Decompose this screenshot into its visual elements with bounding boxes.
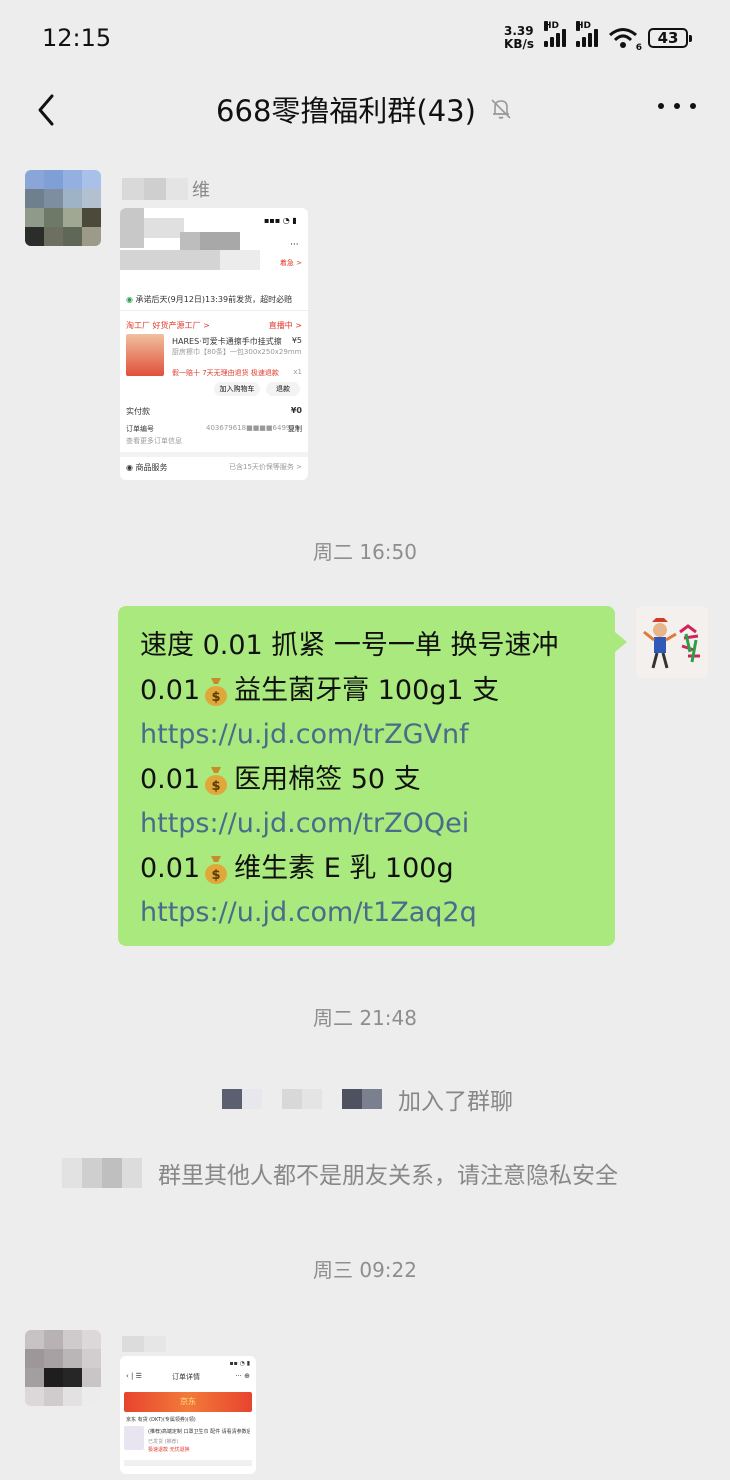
timestamp: 周三 09:22	[313, 1258, 417, 1282]
wifi-icon: 6	[608, 27, 642, 53]
sc2-status: ▪▪ ◔ ▮	[229, 1360, 250, 1367]
more-dot	[690, 103, 696, 109]
money-bag-icon: $	[205, 766, 228, 795]
sc-product-title: HARES·可爱卡通擦手巾挂式擦 ¥5	[172, 336, 302, 346]
join-notice-text: 加入了群聊	[398, 1089, 513, 1115]
sender-name	[122, 1336, 166, 1352]
sender-name: 维	[122, 176, 210, 202]
sc2-header: ‹ | ☰ 订单详情 ··· ⊕	[126, 1372, 250, 1380]
privacy-notice: 群里其他人都不是朋友关系，请注意隐私安全	[62, 1156, 618, 1190]
sc2-row: 极速退款 无忧退换	[148, 1447, 190, 1453]
image-message-order[interactable]: ▪▪▪ ◔ ▮ ··· 着急 > ◉ 承诺后天(9月12日)13:39前发货，超…	[120, 208, 308, 480]
message-link[interactable]: https://u.jd.com/trZOQei	[140, 802, 593, 847]
sc2-row: (推荐)高端定制 口罩卫生巾 配件 请看清参数后下单购买	[148, 1429, 250, 1435]
sc-more-info: 查看更多订单信息	[126, 437, 182, 445]
hd-label: HD	[544, 21, 560, 31]
sc-order-id: 订单编号 403679618■■■■649929 复制	[126, 424, 302, 433]
timestamp: 周二 16:50	[313, 540, 417, 564]
battery-icon: 43	[648, 28, 692, 48]
sc-cart-button: 加入购物车	[214, 382, 260, 396]
status-bar: 12:15 3.39 KB/s HD HD 6 43	[0, 0, 730, 76]
chat-title: 668零撸福利群(43)	[216, 94, 476, 128]
pixelated-name	[62, 1158, 82, 1188]
pixelated-region: ▪▪▪ ◔ ▮ ··· 着急 >	[120, 208, 308, 274]
sc-delivery: ◉ 承诺后天(9月12日)13:39前发货，超时必赔	[126, 295, 293, 304]
pixelated-name	[222, 1089, 242, 1109]
message-line: 0.01 $ 维生素 E 乳 100g	[140, 852, 454, 884]
join-notice: 加入了群聊	[222, 1084, 513, 1115]
sc2-row: 已发货 (推荐)	[148, 1439, 179, 1445]
more-button[interactable]	[658, 96, 696, 116]
money-bag-icon: $	[205, 677, 228, 706]
status-time: 12:15	[42, 24, 112, 52]
sc2-product-image	[124, 1426, 144, 1450]
message-line: 0.01 $ 医用棉签 50 支	[140, 763, 421, 795]
sc-product-image	[126, 334, 164, 376]
signal-icon-2: HD	[576, 21, 598, 47]
privacy-notice-text: 群里其他人都不是朋友关系，请注意隐私安全	[158, 1163, 618, 1189]
image-message-order-2[interactable]: ▪▪ ◔ ▮ ‹ | ☰ 订单详情 ··· ⊕ 京东 京东 有货 (DKT)(专…	[120, 1356, 256, 1474]
sc-product-spec: 厨房擦巾【80条】一包300x250x29mm	[172, 348, 302, 356]
message-line: 速度 0.01 抓紧 一号一单 换号速冲	[140, 630, 559, 661]
timestamp: 周二 21:48	[313, 1006, 417, 1030]
more-dot	[658, 103, 664, 109]
hd-label-2: HD	[576, 21, 592, 31]
svg-text:$: $	[212, 690, 221, 705]
sender-name-text: 维	[192, 180, 210, 201]
message-link[interactable]: https://u.jd.com/trZGVnf	[140, 713, 593, 758]
sc-service: ◉ 商品服务 已含15天价保等服务 >	[126, 463, 302, 472]
avatar[interactable]	[25, 170, 101, 246]
sc-promo: 假一赔十 7天无理由退货 极速退款 x1	[172, 368, 302, 377]
svg-text:$: $	[212, 779, 221, 794]
message-link[interactable]: https://u.jd.com/t1Zaq2q	[140, 891, 593, 936]
text-message-bubble[interactable]: 速度 0.01 抓紧 一号一单 换号速冲 0.01 $ 益生菌牙膏 100g1 …	[118, 606, 627, 946]
svg-text:$: $	[212, 868, 221, 883]
chat-header: 668零撸福利群(43)	[0, 76, 730, 142]
wifi-badge: 6	[635, 43, 642, 53]
battery-level: 43	[657, 29, 679, 47]
chevron-left-icon	[38, 94, 54, 126]
self-avatar[interactable]	[636, 606, 708, 678]
signal-icon: HD	[544, 21, 566, 47]
sc2-banner: 京东	[124, 1392, 252, 1412]
network-speed: 3.39 KB/s	[504, 25, 534, 51]
back-button[interactable]	[32, 90, 62, 130]
chat-title-group: 668零撸福利群(43)	[216, 88, 514, 130]
speed-unit: KB/s	[504, 37, 534, 51]
doodle-avatar-image	[643, 618, 700, 669]
message-line: 0.01 $ 益生菌牙膏 100g1 支	[140, 674, 500, 706]
bell-off-icon	[491, 99, 511, 119]
avatar[interactable]	[25, 1330, 101, 1406]
sc-paid: 实付款 ¥0	[126, 406, 302, 416]
sc-refund-button: 退款	[266, 382, 300, 396]
sc-store: 淘工厂 好货产源工厂 > 直播中 >	[126, 321, 302, 330]
money-bag-icon: $	[205, 855, 228, 884]
sc-top-link: 着急 >	[279, 259, 302, 267]
sc2-row: 京东 有货 (DKT)(专属领券)(领)	[126, 1417, 196, 1423]
more-dot	[674, 103, 680, 109]
status-icons: 3.39 KB/s HD HD 6 43	[504, 21, 692, 53]
